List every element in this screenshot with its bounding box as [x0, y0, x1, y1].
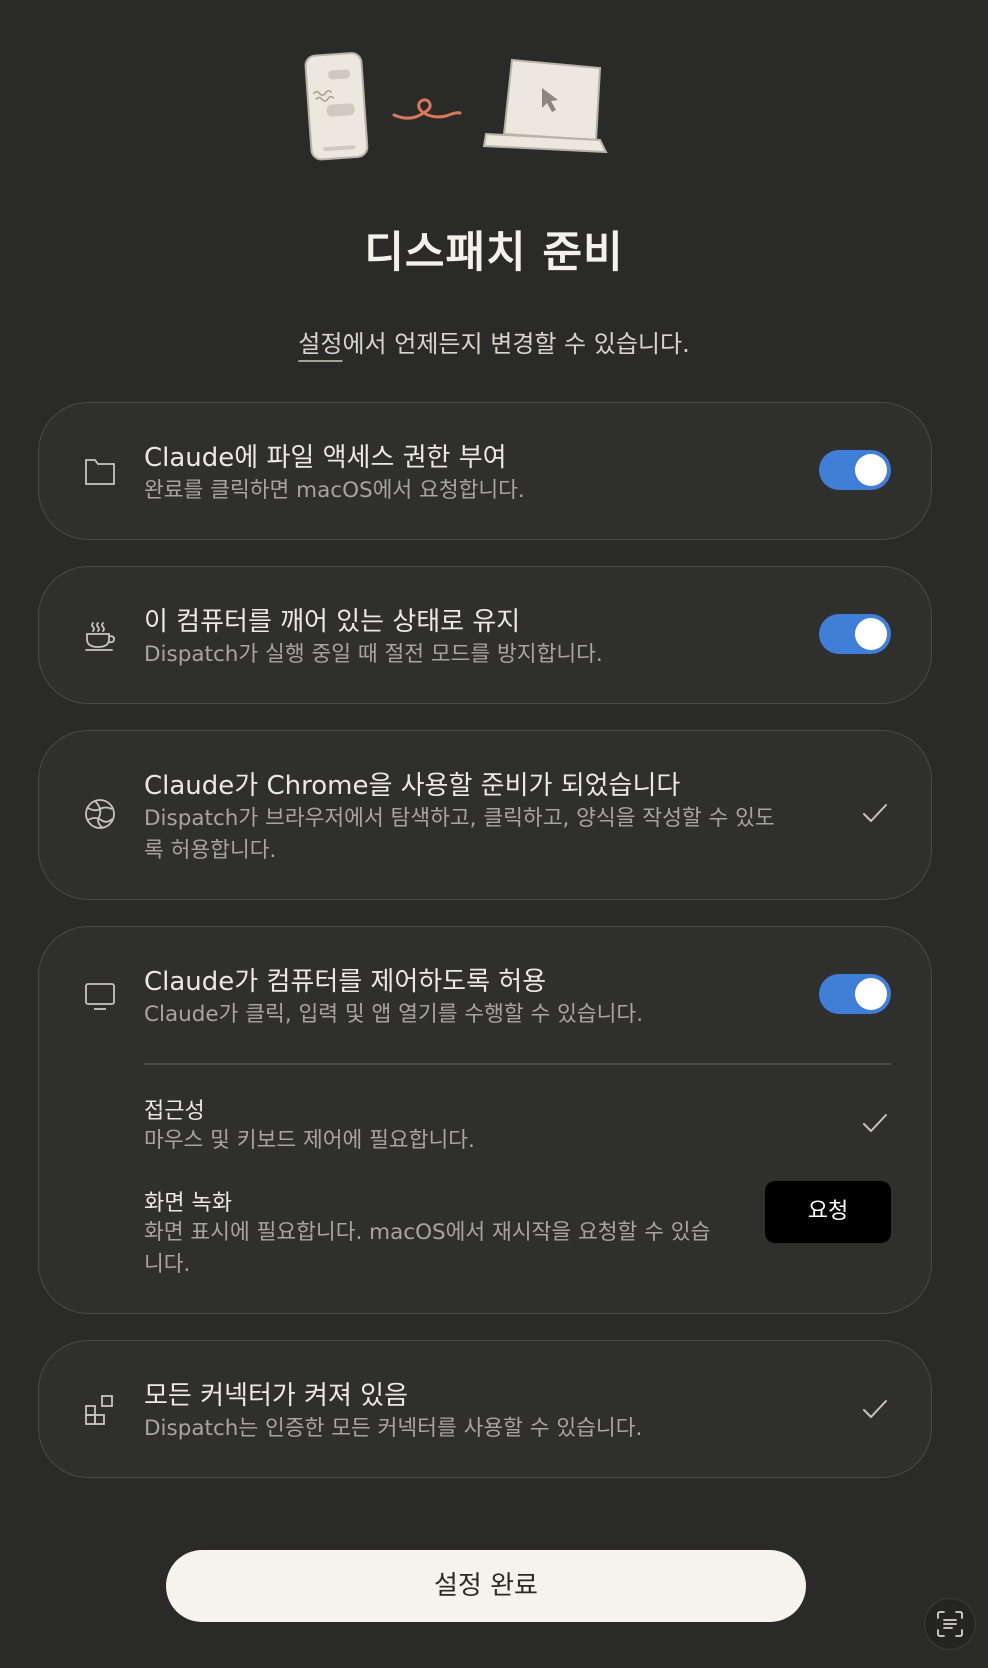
connectors-icon: [83, 1393, 117, 1427]
text-scan-button[interactable]: [924, 1598, 976, 1650]
monitor-icon: [83, 979, 117, 1013]
page-title: 디스패치 준비: [364, 228, 624, 278]
phone-illustration: [304, 52, 369, 161]
description-line-1: 화면 표시에 필요합니다. macOS에서 재시작을 요청할 수 있습: [144, 1220, 711, 1245]
text-scan-icon: [937, 1611, 963, 1637]
subtitle-text: 에서 언제든지 변경할 수 있습니다.: [342, 330, 690, 358]
item-description: Dispatch가 실행 중일 때 절전 모드를 방지합니다.: [144, 642, 603, 667]
finish-setup-button[interactable]: 설정 완료: [166, 1550, 806, 1622]
hero-illustration: [300, 40, 680, 180]
computer-control-toggle[interactable]: [819, 974, 891, 1014]
toggle-knob: [855, 618, 887, 650]
screen-recording-title: 화면 녹화: [144, 1191, 232, 1216]
connectors-card: 모든 커넥터가 켜져 있음 Dispatch는 인증한 모든 커넥터를 사용할 …: [38, 1340, 932, 1478]
settings-link[interactable]: 설정: [298, 330, 342, 358]
item-description: Dispatch는 인증한 모든 커넥터를 사용할 수 있습니다.: [144, 1416, 643, 1441]
item-title: Claude에 파일 액세스 권한 부여: [144, 443, 507, 473]
folder-icon: [83, 455, 117, 489]
file-access-toggle[interactable]: [819, 450, 891, 490]
toggle-knob: [855, 454, 887, 486]
description-line-2: 니다.: [144, 1252, 191, 1277]
description-line-1: Dispatch가 브라우저에서 탐색하고, 클릭하고, 양식을 작성할 수 있…: [144, 806, 775, 831]
item-title: 이 컴퓨터를 깨어 있는 상태로 유지: [144, 607, 521, 637]
squiggle-connector: [392, 98, 462, 120]
toggle-knob: [855, 978, 887, 1010]
globe-icon: [83, 797, 117, 831]
dispatch-setup-page: 디스패치 준비 설정에서 언제든지 변경할 수 있습니다. Claude에 파일…: [0, 0, 988, 1668]
item-title: Claude가 Chrome을 사용할 준비가 되었습니다: [144, 771, 681, 801]
screen-recording-description: 화면 표시에 필요합니다. macOS에서 재시작을 요청할 수 있습 니다.: [144, 1217, 710, 1281]
item-title: Claude가 컴퓨터를 제어하도록 허용: [144, 967, 547, 997]
computer-control-card: Claude가 컴퓨터를 제어하도록 허용 Claude가 클릭, 입력 및 앱…: [38, 926, 932, 1314]
check-icon: [859, 1393, 891, 1425]
chrome-ready-card: Claude가 Chrome을 사용할 준비가 되었습니다 Dispatch가 …: [38, 730, 932, 900]
keep-awake-toggle[interactable]: [819, 614, 891, 654]
request-button[interactable]: 요청: [765, 1181, 891, 1243]
item-description: Dispatch가 브라우저에서 탐색하고, 클릭하고, 양식을 작성할 수 있…: [144, 803, 775, 867]
accessibility-title: 접근성: [144, 1099, 205, 1124]
coffee-cup-icon: [83, 619, 117, 653]
divider: [144, 1063, 891, 1065]
laptop-illustration: [482, 58, 608, 154]
file-access-card: Claude에 파일 액세스 권한 부여 완료를 클릭하면 macOS에서 요청…: [38, 402, 932, 540]
item-title: 모든 커넥터가 켜져 있음: [144, 1381, 408, 1411]
check-icon: [859, 1107, 891, 1139]
keep-awake-card: 이 컴퓨터를 깨어 있는 상태로 유지 Dispatch가 실행 중일 때 절전…: [38, 566, 932, 704]
item-description: 완료를 클릭하면 macOS에서 요청합니다.: [144, 478, 525, 503]
item-description: Claude가 클릭, 입력 및 앱 열기를 수행할 수 있습니다.: [144, 1002, 644, 1027]
page-subtitle: 설정에서 언제든지 변경할 수 있습니다.: [0, 324, 988, 359]
check-icon: [859, 797, 891, 829]
accessibility-description: 마우스 및 키보드 제어에 필요합니다.: [144, 1128, 475, 1153]
description-line-2: 록 허용합니다.: [144, 838, 277, 863]
